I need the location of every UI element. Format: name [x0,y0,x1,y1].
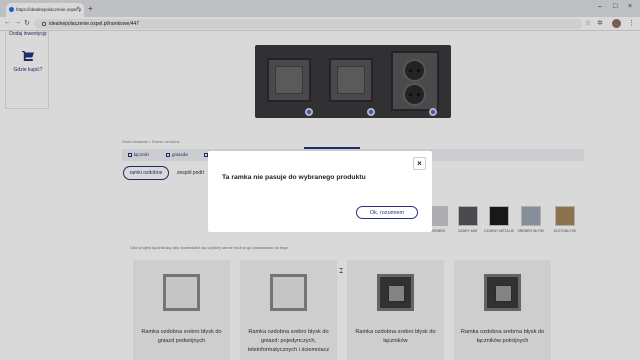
ok-button[interactable]: Ok, rozumiem [356,206,418,219]
incompatible-frame-dialog: × Ta ramka nie pasuje do wybranego produ… [208,151,432,232]
close-icon[interactable]: × [413,157,426,170]
dialog-title: Ta ramka nie pasuje do wybranego produkt… [222,174,366,181]
